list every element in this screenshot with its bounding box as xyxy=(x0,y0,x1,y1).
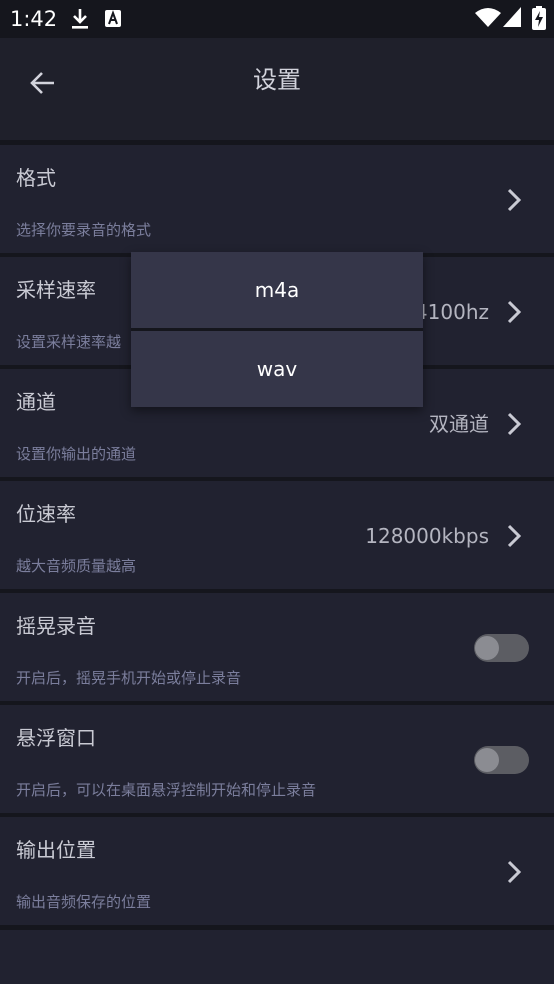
app-bar: 设置 xyxy=(0,38,554,140)
settings-screen: 1:42 设置 格式 选择你要录音的格式 采样速率 设置采样速率越 4100hz… xyxy=(0,0,554,984)
shake-record-toggle[interactable] xyxy=(474,634,529,662)
setting-value: 4100hz xyxy=(414,300,489,324)
setting-title: 通道 xyxy=(16,390,56,414)
setting-title: 输出位置 xyxy=(16,838,96,862)
status-bar: 1:42 xyxy=(0,0,554,38)
toggle-knob xyxy=(475,636,499,660)
battery-charging-icon xyxy=(532,6,546,34)
page-title: 设置 xyxy=(253,66,301,94)
setting-description: 开启后，摇晃手机开始或停止录音 xyxy=(16,669,242,687)
status-time: 1:42 xyxy=(10,7,58,31)
setting-title: 采样速率 xyxy=(16,278,96,302)
setting-row-output-location[interactable]: 输出位置 输出音频保存的位置 xyxy=(0,817,554,925)
setting-title: 位速率 xyxy=(16,502,76,526)
setting-row-bitrate[interactable]: 位速率 越大音频质量越高 128000kbps xyxy=(0,481,554,589)
chevron-right-icon xyxy=(504,186,524,214)
setting-title: 格式 xyxy=(16,166,56,190)
setting-row-floating-window: 悬浮窗口 开启后，可以在桌面悬浮控制开始和停止录音 xyxy=(0,705,554,813)
setting-description: 开启后，可以在桌面悬浮控制开始和停止录音 xyxy=(16,781,317,799)
chevron-right-icon xyxy=(504,522,524,550)
setting-description: 设置你输出的通道 xyxy=(16,445,137,463)
chevron-right-icon xyxy=(504,858,524,886)
format-popup-menu: m4a wav xyxy=(131,252,423,407)
setting-value: 128000kbps xyxy=(365,524,489,548)
download-icon xyxy=(70,8,90,34)
floating-window-toggle[interactable] xyxy=(474,746,529,774)
toggle-knob xyxy=(475,748,499,772)
setting-title: 悬浮窗口 xyxy=(16,726,96,750)
setting-value: 双通道 xyxy=(429,412,489,436)
wifi-icon xyxy=(475,7,501,31)
setting-row-shake-record: 摇晃录音 开启后，摇晃手机开始或停止录音 xyxy=(0,593,554,701)
popup-option-m4a[interactable]: m4a xyxy=(131,252,423,328)
text-a-icon xyxy=(104,9,122,32)
setting-description: 设置采样速率越 xyxy=(16,333,122,351)
setting-description: 选择你要录音的格式 xyxy=(16,221,152,239)
popup-option-wav[interactable]: wav xyxy=(131,331,423,407)
setting-description: 输出音频保存的位置 xyxy=(16,893,152,911)
setting-row-partial[interactable] xyxy=(0,930,554,984)
setting-description: 越大音频质量越高 xyxy=(16,557,137,575)
signal-icon xyxy=(503,7,521,31)
chevron-right-icon xyxy=(504,410,524,438)
setting-title: 摇晃录音 xyxy=(16,614,96,638)
setting-row-format[interactable]: 格式 选择你要录音的格式 xyxy=(0,145,554,253)
chevron-right-icon xyxy=(504,298,524,326)
